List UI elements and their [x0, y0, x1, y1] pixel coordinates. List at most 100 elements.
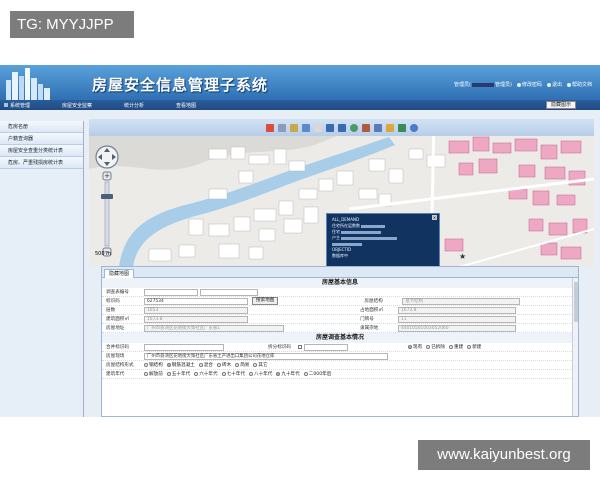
header-links: 管理员(管理员) 修改密码 退出 帮助文档	[454, 81, 592, 88]
map-view[interactable]: ★ + − 500 m × ALL_DEMAND 住宅所在层数数 住宅 户主 O…	[89, 119, 594, 267]
radio-icon	[198, 363, 203, 367]
close-icon[interactable]: ×	[432, 215, 437, 220]
radio-icon	[144, 363, 148, 367]
radio-icon	[449, 345, 453, 349]
struct-option[interactable]: 钢筋混凝土	[166, 362, 195, 368]
address-input[interactable]: 广州市荔湾区花地街大策社区广东省1	[144, 324, 284, 332]
radio-icon	[235, 363, 240, 367]
build-area-input[interactable]: 1673.8	[144, 315, 248, 323]
logout-link[interactable]: 退出	[546, 81, 562, 88]
year-option[interactable]: 解放前	[144, 371, 163, 377]
sidebar-item-household-query[interactable]: 户籍查询器	[0, 133, 83, 145]
form-scrollbar[interactable]	[572, 278, 578, 416]
identify-icon[interactable]	[373, 123, 382, 132]
struct-option[interactable]: 混合	[198, 362, 213, 368]
survey-no-input-2[interactable]	[200, 288, 258, 296]
globe-icon[interactable]	[349, 123, 358, 132]
popup-line: 数据库中	[332, 253, 348, 258]
measure-icon[interactable]	[361, 123, 370, 132]
survey-no-input[interactable]	[144, 288, 198, 296]
year-option[interactable]: 九十年代	[276, 371, 300, 377]
export-icon[interactable]	[397, 123, 406, 132]
year-option[interactable]: 七十年代	[221, 371, 245, 377]
map-toolbar	[89, 119, 594, 136]
app-title: 房屋安全信息管理子系统	[92, 76, 269, 94]
year-option[interactable]: 五十年代	[166, 371, 190, 377]
land-no-input[interactable]: 44010501003052060	[398, 324, 516, 332]
layers-icon[interactable]	[277, 123, 286, 132]
zoom-out-icon[interactable]	[337, 123, 346, 132]
flag-icon[interactable]	[265, 123, 274, 132]
redacted-value	[332, 242, 362, 246]
redacted-value	[341, 230, 382, 234]
door-no-input[interactable]: 11	[398, 315, 516, 323]
scrollbar-thumb[interactable]	[574, 282, 578, 322]
sidebar-item-damage-stats[interactable]: 危房、严重残损房统计表	[0, 157, 83, 169]
year-option[interactable]: 六十年代	[194, 371, 218, 377]
site-input[interactable]: 广州市荔湾区花地街大策社区广东省土产进出口集团公司花地仓库	[144, 352, 388, 360]
split-code-input[interactable]	[304, 343, 348, 351]
key-icon	[516, 82, 521, 87]
current-user: 管理员(管理员)	[454, 82, 512, 88]
redacted-value	[341, 236, 398, 240]
floors-input[interactable]: 1653	[144, 306, 248, 314]
search-map-button[interactable]: 搜索地图	[252, 297, 279, 305]
barcode-input[interactable]: 627534	[144, 297, 248, 305]
print-icon[interactable]	[385, 123, 394, 132]
sidebar-item-safety-stats[interactable]: 房屋安全查重分类统计表	[0, 145, 83, 157]
label-build-area: 建筑面积㎡	[106, 317, 129, 322]
structure-input[interactable]: 基卡结构	[402, 297, 521, 305]
menu-icon	[4, 103, 8, 107]
logout-icon	[546, 82, 551, 87]
section-survey-info: 房屋调查基本情况	[102, 333, 578, 343]
label-merge-code: 合并标识码	[106, 345, 129, 350]
svg-text:★: ★	[459, 252, 466, 261]
label-site: 房屋现场	[106, 354, 125, 359]
menu-statistics[interactable]: 统计分析	[108, 102, 160, 109]
year-option[interactable]: 八十年代	[248, 371, 272, 377]
form-row: 房屋地址 广州市荔湾区花地街大策社区广东省1 隶属宗地 440105010030…	[102, 324, 578, 333]
menu-system-management[interactable]: 系统管理	[0, 102, 46, 109]
sidebar-item-dangerous-list[interactable]: 危房名册	[0, 121, 83, 133]
merge-code-input[interactable]	[144, 343, 224, 351]
radio-icon	[408, 345, 412, 349]
map-navigation-control[interactable]: + −	[94, 144, 120, 262]
status-option[interactable]: 新建	[467, 344, 481, 350]
change-password-link[interactable]: 修改密码	[516, 81, 542, 88]
split-code-checkbox[interactable]	[298, 345, 302, 349]
struct-option[interactable]: 钢结构	[144, 362, 163, 368]
struct-option[interactable]: 其它	[253, 362, 268, 368]
status-option[interactable]: 重建	[449, 344, 463, 350]
form-row: 建筑面积㎡ 1673.8 门牌号 11	[102, 315, 578, 324]
hide-legend-button[interactable]: 隐藏图示	[545, 101, 576, 109]
menu-house-safety[interactable]: 房屋安全监察	[46, 102, 108, 109]
radio-icon	[276, 372, 281, 376]
struct-option[interactable]: 简易	[235, 362, 249, 368]
radio-icon	[194, 372, 199, 376]
pan-icon[interactable]	[301, 123, 310, 132]
radio-icon	[253, 363, 258, 367]
struct-option[interactable]: 砖木	[216, 362, 231, 368]
select-icon[interactable]	[313, 123, 322, 132]
radio-icon	[221, 372, 226, 376]
radio-icon	[166, 372, 171, 376]
menu-view-map[interactable]: 查看地图	[160, 102, 212, 109]
year-option[interactable]: 二000年后	[303, 371, 331, 377]
watermark-bottom-right: www.kaiyunbest.org	[418, 440, 590, 470]
status-option[interactable]: 已拆除	[426, 344, 445, 350]
info-icon[interactable]	[409, 123, 418, 132]
help-link[interactable]: 帮助文档	[566, 81, 592, 88]
label-build-year: 建筑年代	[106, 372, 125, 377]
label-land-no: 隶属宗地	[360, 326, 379, 331]
form-row: 调查表编号	[102, 288, 578, 297]
list-icon[interactable]	[289, 123, 298, 132]
tab-hide-map[interactable]: 隐藏地图	[104, 269, 135, 278]
status-option[interactable]: 现有	[408, 344, 422, 350]
radio-icon	[426, 345, 431, 349]
label-split-code: 拆分标识码	[268, 345, 291, 350]
form-row: 合并标识码 拆分标识码 现有 已拆除 重建 新建	[102, 343, 578, 352]
land-area-input[interactable]: 1673.8	[398, 306, 516, 314]
label-barcode: 标识码	[106, 299, 120, 304]
zoom-in-icon[interactable]	[325, 123, 334, 132]
skyline-logo-icon	[6, 68, 50, 100]
